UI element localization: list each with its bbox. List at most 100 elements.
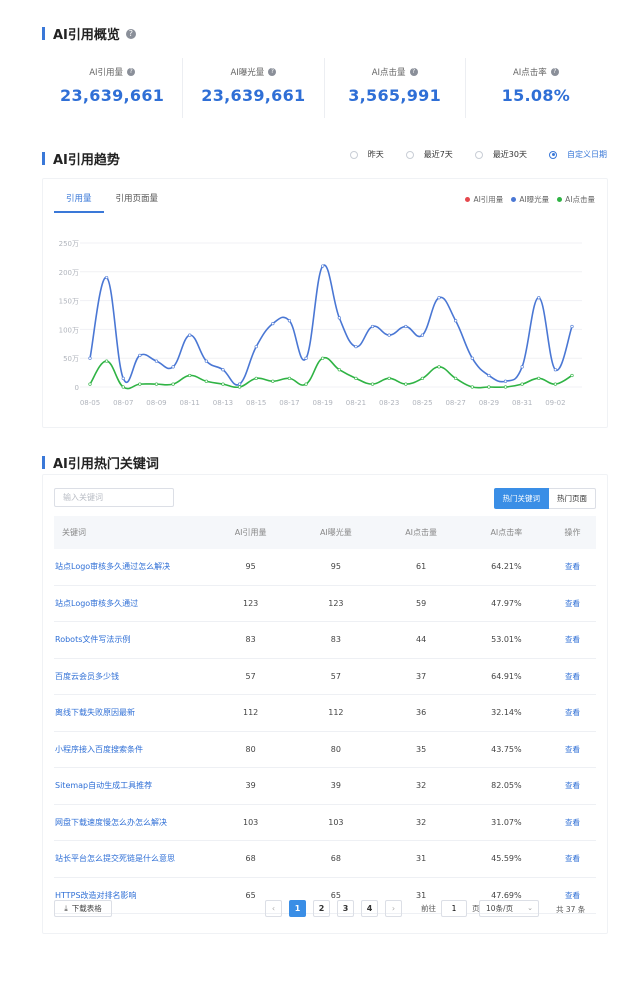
view-link[interactable]: 查看 bbox=[549, 694, 596, 732]
data-point[interactable] bbox=[271, 379, 275, 383]
data-point[interactable] bbox=[404, 324, 408, 329]
data-point[interactable] bbox=[387, 376, 391, 380]
data-point[interactable] bbox=[503, 379, 508, 383]
view-link[interactable]: 查看 bbox=[549, 621, 596, 659]
keyword-link[interactable]: 网盘下载速度慢怎么办怎么解决 bbox=[54, 804, 208, 841]
data-point[interactable] bbox=[470, 385, 474, 389]
legend-item[interactable]: AI引用量 bbox=[465, 194, 503, 205]
radio-yesterday[interactable]: 昨天 bbox=[349, 149, 384, 160]
next-page-chevron-icon[interactable]: › bbox=[385, 900, 402, 917]
data-point[interactable] bbox=[570, 373, 574, 378]
keyword-link[interactable]: 站点Logo审核多久通过 bbox=[54, 585, 208, 622]
keyword-link[interactable]: Sitemap自动生成工具推荐 bbox=[54, 767, 208, 805]
data-point[interactable] bbox=[188, 373, 192, 378]
data-point[interactable] bbox=[454, 376, 458, 380]
download-table-button[interactable]: ⤓ 下载表格 bbox=[54, 900, 112, 917]
keyword-link[interactable]: 站长平台怎么提交死链是什么意思 bbox=[54, 840, 208, 878]
data-point[interactable] bbox=[387, 333, 391, 337]
data-point[interactable] bbox=[470, 356, 474, 360]
data-point[interactable] bbox=[370, 382, 375, 386]
data-point[interactable] bbox=[154, 382, 159, 386]
prev-page-chevron-icon[interactable]: ‹ bbox=[265, 900, 282, 917]
data-point[interactable] bbox=[437, 296, 441, 300]
data-point[interactable] bbox=[337, 368, 341, 372]
view-link[interactable]: 查看 bbox=[549, 549, 596, 586]
data-point[interactable] bbox=[204, 379, 208, 383]
data-point[interactable] bbox=[304, 356, 308, 360]
data-point[interactable] bbox=[121, 385, 125, 389]
data-point[interactable] bbox=[570, 324, 574, 329]
data-point[interactable] bbox=[537, 296, 541, 300]
data-point[interactable] bbox=[420, 333, 425, 337]
data-point[interactable] bbox=[221, 382, 225, 386]
data-point[interactable] bbox=[121, 376, 125, 380]
help-icon[interactable]: ? bbox=[409, 68, 418, 76]
view-link[interactable]: 查看 bbox=[549, 658, 596, 695]
data-point[interactable] bbox=[454, 319, 458, 323]
data-point[interactable] bbox=[503, 385, 508, 389]
radio-custom-date[interactable]: 自定义日期 bbox=[549, 149, 607, 160]
data-point[interactable] bbox=[105, 359, 109, 363]
data-point[interactable] bbox=[237, 385, 242, 389]
data-point[interactable] bbox=[188, 333, 192, 337]
data-point[interactable] bbox=[237, 382, 242, 386]
keyword-link[interactable]: Robots文件写法示例 bbox=[54, 621, 208, 659]
legend-item[interactable]: AI曝光量 bbox=[511, 194, 549, 205]
data-point[interactable] bbox=[354, 376, 358, 380]
data-point[interactable] bbox=[404, 382, 408, 386]
page-button-1[interactable]: 1 bbox=[289, 900, 306, 917]
data-point[interactable] bbox=[537, 376, 541, 380]
radio-last-30-days[interactable]: 最近30天 bbox=[474, 149, 527, 160]
view-link[interactable]: 查看 bbox=[549, 804, 596, 841]
page-button-2[interactable]: 2 bbox=[313, 900, 330, 917]
data-point[interactable] bbox=[370, 324, 375, 329]
data-point[interactable] bbox=[105, 275, 109, 280]
tab-reference-count[interactable]: 引用量 bbox=[54, 192, 104, 213]
view-link[interactable]: 查看 bbox=[549, 731, 596, 768]
data-point[interactable] bbox=[304, 382, 308, 386]
data-point[interactable] bbox=[254, 376, 258, 380]
data-point[interactable] bbox=[487, 373, 491, 378]
data-point[interactable] bbox=[553, 368, 557, 372]
data-point[interactable] bbox=[204, 359, 208, 363]
data-point[interactable] bbox=[171, 365, 175, 369]
data-point[interactable] bbox=[321, 264, 325, 268]
legend-item[interactable]: AI点击量 bbox=[557, 194, 595, 205]
view-link[interactable]: 查看 bbox=[549, 585, 596, 622]
data-point[interactable] bbox=[553, 382, 557, 386]
data-point[interactable] bbox=[437, 365, 441, 369]
page-button-4[interactable]: 4 bbox=[361, 900, 378, 917]
data-point[interactable] bbox=[321, 356, 325, 360]
hot-keywords-button[interactable]: 热门关键词 bbox=[493, 488, 549, 509]
help-icon[interactable]: ? bbox=[550, 68, 559, 76]
radio-last-7-days[interactable]: 最近7天 bbox=[405, 149, 453, 160]
keyword-link[interactable]: 站点Logo审核多久通过怎么解决 bbox=[54, 549, 208, 586]
data-point[interactable] bbox=[337, 316, 341, 320]
data-point[interactable] bbox=[520, 365, 524, 369]
page-size-select[interactable]: 10条/页 ⌄ bbox=[479, 900, 539, 917]
keyword-link[interactable]: 百度云会员多少钱 bbox=[54, 658, 208, 695]
help-icon[interactable]: ? bbox=[268, 68, 277, 76]
data-point[interactable] bbox=[420, 376, 425, 380]
page-button-3[interactable]: 3 bbox=[337, 900, 354, 917]
data-point[interactable] bbox=[221, 368, 225, 372]
data-point[interactable] bbox=[520, 382, 524, 386]
help-icon[interactable]: ? bbox=[125, 28, 136, 39]
data-point[interactable] bbox=[138, 382, 142, 386]
data-point[interactable] bbox=[287, 376, 292, 380]
keyword-link[interactable]: 小程序接入百度搜索条件 bbox=[54, 731, 208, 768]
view-link[interactable]: 查看 bbox=[549, 840, 596, 878]
data-point[interactable] bbox=[171, 382, 175, 386]
data-point[interactable] bbox=[354, 345, 358, 349]
data-point[interactable] bbox=[287, 319, 292, 323]
data-point[interactable] bbox=[138, 353, 142, 357]
hot-pages-button[interactable]: 热门页面 bbox=[549, 488, 596, 509]
tab-reference-pages[interactable]: 引用页面量 bbox=[104, 192, 171, 213]
data-point[interactable] bbox=[271, 322, 275, 326]
data-point[interactable] bbox=[487, 385, 491, 389]
data-point[interactable] bbox=[88, 382, 92, 386]
data-point[interactable] bbox=[154, 359, 159, 363]
help-icon[interactable]: ? bbox=[127, 68, 136, 76]
goto-page-input[interactable] bbox=[441, 900, 467, 917]
keyword-link[interactable]: 离线下载失败原因最新 bbox=[54, 694, 208, 732]
